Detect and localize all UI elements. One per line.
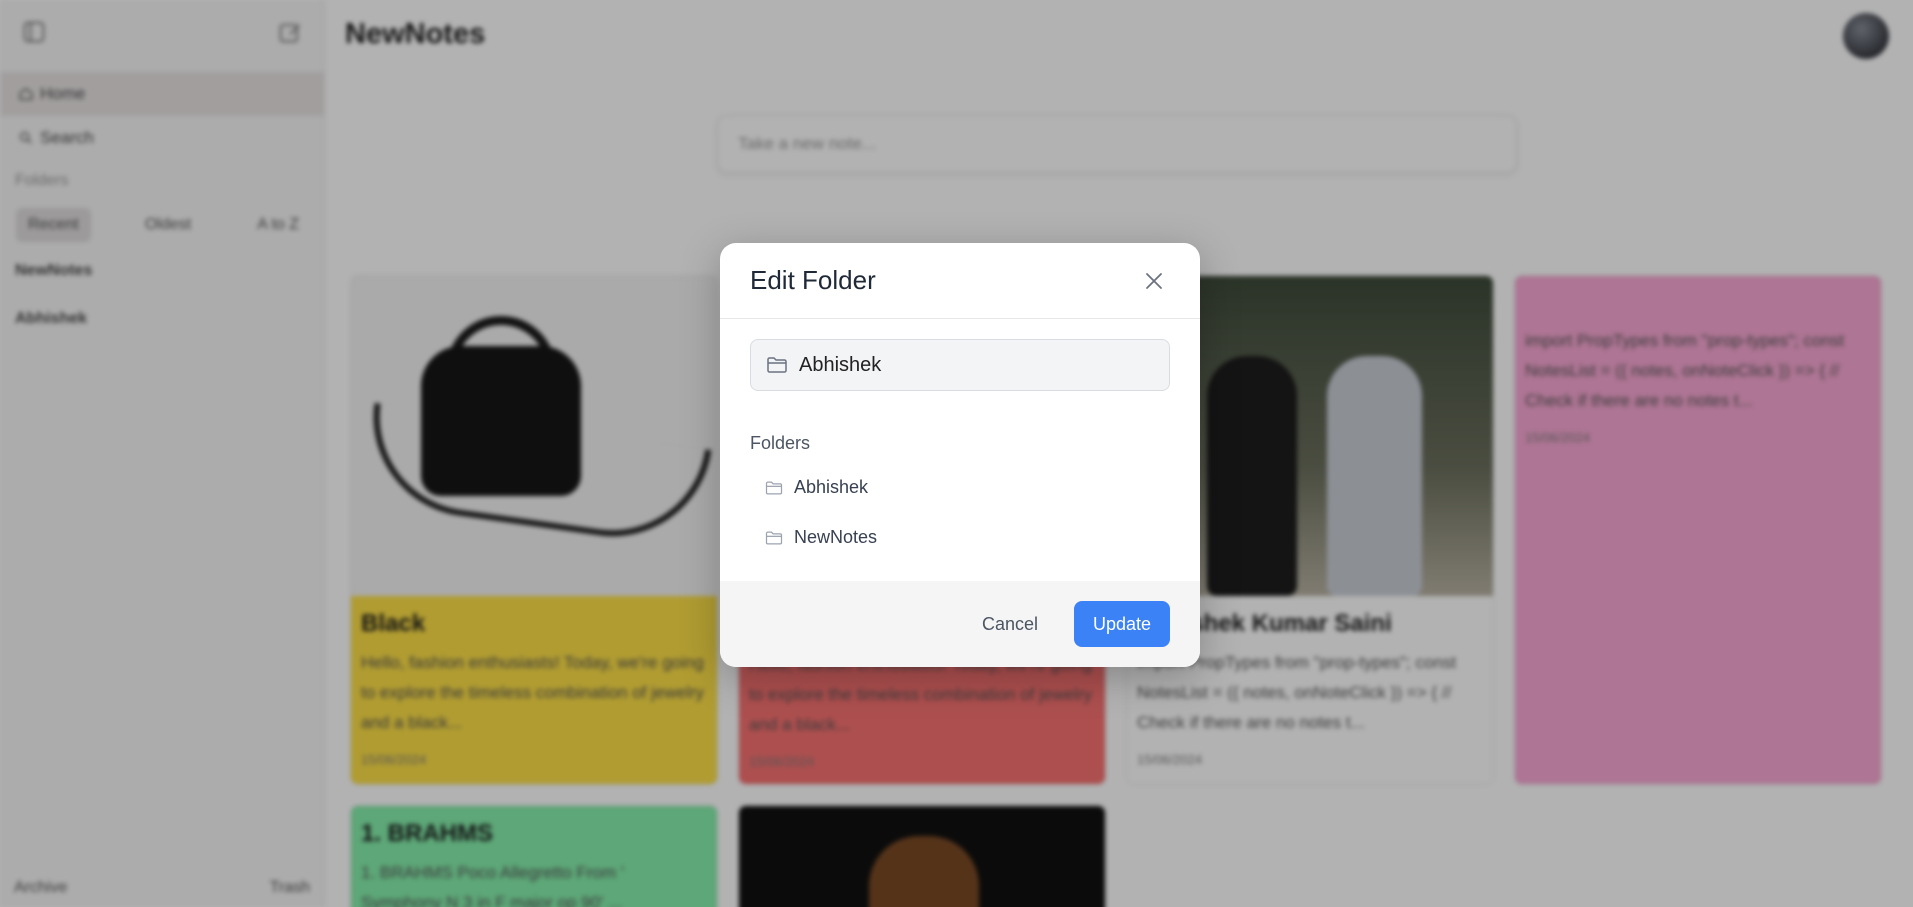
dialog-header: Edit Folder (720, 243, 1200, 319)
folder-icon (765, 481, 783, 494)
folder-name-field[interactable] (750, 339, 1170, 391)
close-button[interactable] (1138, 265, 1170, 297)
folder-icon (767, 357, 787, 373)
folder-list-item-newnotes[interactable]: NewNotes (764, 527, 877, 548)
edit-folder-dialog: Edit Folder Folders Abhishek NewNotes Ca… (720, 243, 1200, 667)
folders-label: Folders (750, 433, 811, 453)
update-button[interactable]: Update (1074, 601, 1170, 647)
folder-list-item-label: Abhishek (794, 477, 869, 497)
folder-list-item-abhishek[interactable]: Abhishek (764, 477, 868, 498)
dialog-footer: Cancel Update (720, 581, 1200, 667)
cancel-button[interactable]: Cancel (972, 606, 1048, 643)
folder-icon (765, 531, 783, 544)
folder-name-input[interactable] (799, 353, 1159, 377)
folder-list-item-label: NewNotes (794, 527, 878, 547)
close-icon (1146, 272, 1162, 289)
dialog-title: Edit Folder (750, 265, 876, 295)
